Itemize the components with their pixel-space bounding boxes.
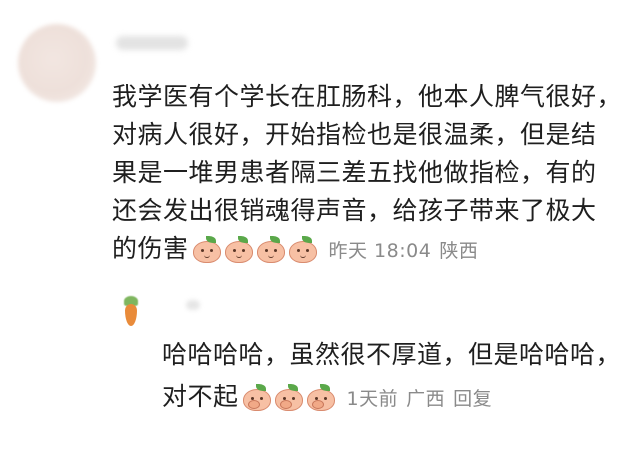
carrot-icon bbox=[125, 304, 137, 326]
emoji-group bbox=[242, 382, 339, 424]
comment-line: 还会发出很销魂得声音，给孩子带来了极大 bbox=[112, 196, 597, 225]
reply-button[interactable]: 回复 bbox=[453, 388, 492, 410]
reply-username-blurred[interactable] bbox=[186, 300, 200, 310]
comment-location: 陕西 bbox=[439, 240, 479, 262]
peach-smile-icon bbox=[192, 236, 221, 263]
username-blurred[interactable] bbox=[116, 36, 188, 50]
reply-avatar[interactable] bbox=[118, 296, 144, 326]
peach-smile-icon bbox=[224, 236, 253, 263]
peach-cover-mouth-icon bbox=[274, 384, 303, 411]
reply-location: 广西 bbox=[406, 388, 446, 410]
comment-body: 我学医有个学长在肛肠科，他本人脾气很好， 对病人很好，开始指检也是很温柔，但是结… bbox=[112, 78, 632, 274]
comment-meta: 昨天 18:04 陕西 bbox=[329, 240, 479, 262]
comment-line: 我学医有个学长在肛肠科，他本人脾气很好， bbox=[112, 82, 623, 111]
reply-line: 哈哈哈哈，虽然很不厚道，但是哈哈哈， bbox=[162, 340, 622, 369]
reply-line: 对不起 bbox=[162, 382, 239, 411]
peach-smile-icon bbox=[256, 236, 285, 263]
comment-thread: 我学医有个学长在肛肠科，他本人脾气很好， 对病人很好，开始指检也是很温柔，但是结… bbox=[0, 0, 640, 475]
comment-time: 昨天 18:04 bbox=[328, 240, 432, 262]
peach-smile-icon bbox=[288, 236, 317, 263]
comment-line: 对病人很好，开始指检也是很温柔，但是结 bbox=[112, 120, 597, 149]
reply-body: 哈哈哈哈，虽然很不厚道，但是哈哈哈， 对不起 1天前 广西 回复 bbox=[162, 334, 632, 424]
peach-cover-mouth-icon bbox=[306, 384, 335, 411]
comment-line: 的伤害 bbox=[112, 234, 189, 263]
reply-meta: 1天前 广西 回复 bbox=[347, 388, 493, 410]
reply-time: 1天前 bbox=[346, 388, 399, 410]
comment-line: 果是一堆男患者隔三差五找他做指检，有的 bbox=[112, 158, 597, 187]
avatar[interactable] bbox=[18, 24, 96, 102]
emoji-group bbox=[192, 236, 321, 274]
peach-cover-mouth-icon bbox=[242, 384, 271, 411]
